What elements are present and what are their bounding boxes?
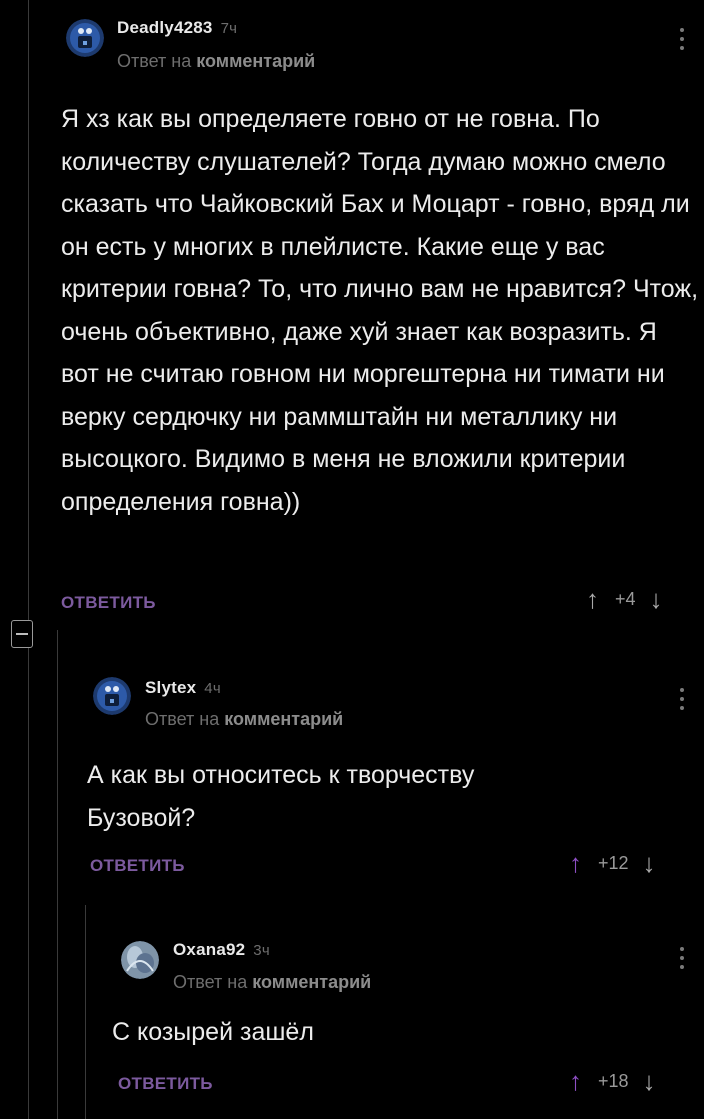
username-link[interactable]: Deadly4283: [117, 18, 213, 37]
rating-control: ↑ +4 ↓: [586, 586, 663, 612]
username[interactable]: Deadly4283 7ч: [117, 18, 237, 38]
more-options-icon[interactable]: [679, 28, 685, 50]
thread-line-level-1-lower: [28, 648, 29, 1119]
reply-to-line: Ответ на комментарий: [145, 709, 343, 730]
avatar[interactable]: [66, 19, 104, 57]
comment: Slytex 4ч Ответ на комментарий А как вы о…: [57, 660, 704, 905]
score: +12: [598, 852, 629, 873]
score: +18: [598, 1070, 629, 1091]
downvote-arrow-icon[interactable]: ↓: [643, 850, 656, 876]
reply-prefix: Ответ на: [145, 709, 220, 729]
avatar-image-icon: [66, 19, 104, 57]
comment-text: С козырей зашёл: [112, 1018, 314, 1046]
avatar-image-icon: [121, 941, 159, 979]
rating-control: ↑ +18 ↓: [569, 1068, 656, 1094]
reply-button[interactable]: ОТВЕТИТЬ: [61, 593, 156, 613]
comment-text: А как вы относитесь к творчеству Бузовой…: [87, 761, 475, 832]
reply-button[interactable]: ОТВЕТИТЬ: [90, 856, 185, 876]
upvote-arrow-icon[interactable]: ↑: [586, 586, 599, 612]
reply-target-link[interactable]: комментарий: [224, 709, 343, 729]
reply-prefix: Ответ на: [117, 51, 192, 71]
avatar[interactable]: [93, 677, 131, 715]
reply-to-line: Ответ на комментарий: [173, 972, 371, 993]
comment: Oxana92 3ч Ответ на комментарий С козырей…: [85, 925, 704, 1119]
upvote-arrow-icon[interactable]: ↑: [569, 850, 582, 876]
username[interactable]: Slytex 4ч: [145, 678, 221, 698]
avatar-image-icon: [93, 677, 131, 715]
reply-prefix: Ответ на: [173, 972, 248, 992]
reply-button[interactable]: ОТВЕТИТЬ: [118, 1074, 213, 1094]
comment-text: Я хз как вы определяете говно от не говн…: [61, 105, 699, 516]
username[interactable]: Oxana92 3ч: [173, 940, 270, 960]
more-options-icon[interactable]: [679, 947, 685, 969]
username-link[interactable]: Oxana92: [173, 940, 245, 959]
comment: Deadly4283 7ч Ответ на комментарий Я хз к…: [28, 0, 704, 620]
rating-control: ↑ +12 ↓: [569, 850, 656, 876]
score: +4: [615, 588, 636, 609]
username-link[interactable]: Slytex: [145, 678, 196, 697]
timestamp: 4ч: [204, 680, 221, 697]
minus-icon: [16, 633, 28, 635]
timestamp: 3ч: [253, 942, 270, 959]
downvote-arrow-icon[interactable]: ↓: [650, 586, 663, 612]
timestamp: 7ч: [220, 20, 238, 37]
reply-target-link[interactable]: комментарий: [196, 51, 315, 71]
collapse-thread-button[interactable]: [11, 620, 33, 648]
upvote-arrow-icon[interactable]: ↑: [569, 1068, 582, 1094]
reply-to-line: Ответ на комментарий: [117, 51, 315, 72]
reply-target-link[interactable]: комментарий: [252, 972, 371, 992]
downvote-arrow-icon[interactable]: ↓: [643, 1068, 656, 1094]
more-options-icon[interactable]: [679, 688, 685, 710]
avatar[interactable]: [121, 941, 159, 979]
